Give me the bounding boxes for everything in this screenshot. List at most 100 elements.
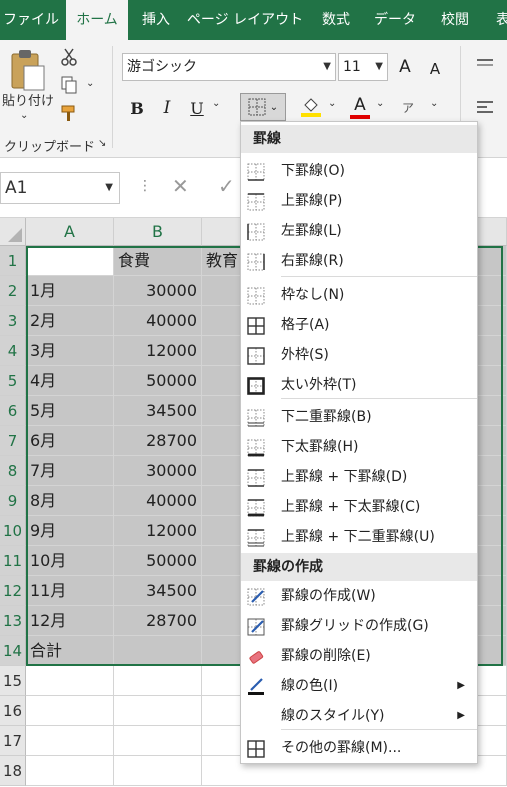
cell[interactable]: 8月 [26, 486, 114, 516]
row-header[interactable]: 18 [0, 756, 26, 786]
row-header[interactable]: 3 [0, 306, 26, 336]
cell[interactable]: 30000 [114, 276, 202, 306]
menu-item[interactable]: 下二重罫線(B) [241, 402, 477, 432]
tab-insert[interactable]: 挿入 [134, 0, 178, 40]
menu-item[interactable]: 上罫線 + 下二重罫線(U) [241, 522, 477, 552]
cut-icon[interactable] [58, 46, 80, 68]
cell[interactable] [26, 696, 114, 726]
tab-file[interactable]: ファイル [0, 0, 62, 40]
tab-data[interactable]: データ [368, 0, 422, 40]
select-all-corner[interactable] [0, 218, 26, 246]
phonetic-dropdown-icon[interactable]: ⌄ [430, 98, 438, 109]
row-header[interactable]: 9 [0, 486, 26, 516]
cell[interactable]: 6月 [26, 426, 114, 456]
menu-item[interactable]: 左罫線(L) [241, 216, 477, 246]
cell[interactable] [26, 666, 114, 696]
row-header[interactable]: 15 [0, 666, 26, 696]
menu-item[interactable]: 枠なし(N) [241, 280, 477, 310]
tab-review[interactable]: 校閲 [432, 0, 478, 40]
fill-color-icon[interactable] [298, 93, 324, 121]
tab-page-layout[interactable]: ページ レイアウト [186, 0, 304, 40]
cell[interactable]: 7月 [26, 456, 114, 486]
cell[interactable] [26, 756, 114, 786]
cell[interactable] [26, 246, 114, 276]
cell[interactable]: 28700 [114, 426, 202, 456]
cell[interactable]: 50000 [114, 546, 202, 576]
borders-button[interactable]: ⌄ [240, 93, 286, 121]
row-header[interactable]: 5 [0, 366, 26, 396]
underline-dropdown-icon[interactable]: ⌄ [212, 98, 220, 109]
align-left-icon[interactable] [472, 96, 498, 118]
menu-item[interactable]: 上罫線(P) [241, 186, 477, 216]
cell[interactable]: 10月 [26, 546, 114, 576]
column-header-b[interactable]: B [114, 218, 202, 246]
cell[interactable]: 40000 [114, 486, 202, 516]
copy-dropdown-chevron-icon[interactable]: ⌄ [86, 78, 94, 89]
menu-item[interactable]: 下罫線(O) [241, 156, 477, 186]
cell[interactable] [114, 696, 202, 726]
font-color-icon[interactable]: A [348, 92, 372, 122]
row-header[interactable]: 10 [0, 516, 26, 546]
row-header[interactable]: 2 [0, 276, 26, 306]
cell[interactable]: 3月 [26, 336, 114, 366]
cancel-entry-icon[interactable]: ✕ [172, 174, 189, 198]
fill-color-dropdown-icon[interactable]: ⌄ [328, 98, 336, 109]
phonetic-guide-icon[interactable]: ア [398, 96, 418, 118]
menu-item[interactable]: 罫線の削除(E) [241, 641, 477, 671]
cell[interactable] [114, 636, 202, 666]
name-box[interactable]: A1 ▼ [0, 172, 120, 204]
font-name-combo[interactable]: 游ゴシック ▼ [122, 53, 336, 81]
row-header[interactable]: 17 [0, 726, 26, 756]
cell[interactable]: 9月 [26, 516, 114, 546]
paste-icon[interactable] [8, 48, 46, 94]
cell[interactable] [114, 726, 202, 756]
menu-item[interactable]: 罫線グリッドの作成(G) [241, 611, 477, 641]
row-header[interactable]: 6 [0, 396, 26, 426]
paste-label[interactable]: 貼り付け [2, 90, 54, 109]
cell[interactable]: 34500 [114, 396, 202, 426]
menu-item[interactable]: 右罫線(R) [241, 246, 477, 276]
row-header[interactable]: 1 [0, 246, 26, 276]
row-header[interactable]: 8 [0, 456, 26, 486]
copy-icon[interactable] [58, 74, 80, 96]
cell[interactable]: 4月 [26, 366, 114, 396]
menu-item[interactable]: 線の色(I) ▶ [241, 671, 477, 701]
row-header[interactable]: 16 [0, 696, 26, 726]
row-header[interactable]: 4 [0, 336, 26, 366]
italic-button[interactable]: I [156, 95, 178, 121]
cell[interactable] [26, 726, 114, 756]
menu-item[interactable]: 上罫線 + 下太罫線(C) [241, 492, 477, 522]
menu-item[interactable]: 格子(A) [241, 310, 477, 340]
cell[interactable]: 30000 [114, 456, 202, 486]
cell[interactable]: 12000 [114, 336, 202, 366]
cell[interactable]: 食費 [114, 246, 202, 276]
cell[interactable] [114, 756, 202, 786]
font-name-dropdown-icon[interactable]: ▼ [323, 54, 331, 80]
font-color-dropdown-icon[interactable]: ⌄ [376, 98, 384, 109]
clipboard-launcher-icon[interactable]: ↘ [98, 138, 106, 149]
menu-item[interactable]: 線のスタイル(Y) ▶ [241, 701, 477, 731]
row-header[interactable]: 7 [0, 426, 26, 456]
menu-item[interactable]: 罫線の作成(W) [241, 581, 477, 611]
shrink-font-icon[interactable]: A [424, 57, 446, 81]
name-box-dropdown-icon[interactable]: ▼ [105, 173, 113, 203]
tab-home[interactable]: ホーム [66, 0, 128, 42]
row-header[interactable]: 13 [0, 606, 26, 636]
column-header-a[interactable]: A [26, 218, 114, 246]
bold-button[interactable]: B [126, 95, 148, 121]
menu-item[interactable]: 下太罫線(H) [241, 432, 477, 462]
borders-dropdown-icon[interactable]: ⌄ [270, 102, 278, 113]
cell[interactable]: 11月 [26, 576, 114, 606]
cell[interactable]: 40000 [114, 306, 202, 336]
row-header[interactable]: 11 [0, 546, 26, 576]
cell[interactable]: 12000 [114, 516, 202, 546]
menu-item[interactable]: 太い外枠(T) [241, 370, 477, 400]
confirm-entry-icon[interactable]: ✓ [218, 174, 235, 198]
font-size-combo[interactable]: 11 ▼ [338, 53, 388, 81]
tab-view[interactable]: 表 [488, 0, 507, 40]
paste-dropdown-chevron-icon[interactable]: ⌄ [20, 110, 28, 121]
underline-button[interactable]: U [186, 95, 208, 121]
cell[interactable]: 34500 [114, 576, 202, 606]
row-header[interactable]: 14 [0, 636, 26, 666]
cell[interactable]: 2月 [26, 306, 114, 336]
